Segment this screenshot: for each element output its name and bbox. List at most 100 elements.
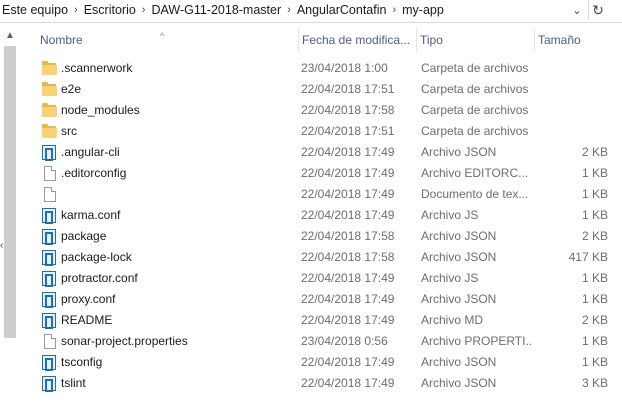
file-size: 1 KB bbox=[581, 355, 608, 369]
file-size: 1 KB bbox=[581, 208, 608, 222]
file-name: tslint bbox=[61, 376, 86, 390]
file-row[interactable]: sonar-project.properties 23/04/2018 0:56 A… bbox=[36, 331, 622, 352]
json-file-icon bbox=[42, 250, 58, 266]
file-name: protractor.conf bbox=[61, 271, 138, 285]
column-size[interactable]: Tamaño bbox=[534, 28, 618, 52]
file-date: 22/04/2018 17:49 bbox=[301, 292, 395, 306]
file-size bbox=[534, 58, 608, 79]
file-date: 22/04/2018 17:51 bbox=[301, 82, 395, 96]
file-row[interactable]: tslint 22/04/2018 17:49 Archivo JSON 3 KB bbox=[36, 373, 622, 394]
file-size: 2 KB bbox=[581, 313, 608, 327]
file-name: tsconfig bbox=[61, 355, 103, 369]
file-list: .scannerwork 23/04/2018 1:00 Carpeta de ar… bbox=[36, 58, 622, 394]
file-date: 23/04/2018 0:56 bbox=[301, 334, 388, 348]
chevron-right-icon[interactable]: ‹ bbox=[0, 240, 3, 251]
json-file-icon bbox=[42, 271, 58, 287]
file-type: Archivo EDITORC... bbox=[421, 166, 529, 180]
file-size: 3 KB bbox=[581, 376, 608, 390]
file-date: 22/04/2018 17:51 bbox=[301, 124, 395, 138]
file-date: 23/04/2018 1:00 bbox=[301, 61, 388, 75]
file-date: 22/04/2018 17:58 bbox=[301, 103, 395, 117]
folder-icon bbox=[42, 61, 58, 77]
file-name: package bbox=[61, 229, 107, 243]
file-name: e2e bbox=[61, 82, 82, 96]
file-name: karma.conf bbox=[61, 208, 121, 222]
column-name-label: Nombre bbox=[40, 33, 83, 47]
column-name[interactable]: Nombre ^ bbox=[36, 28, 299, 52]
column-date[interactable]: Fecha de modifica... bbox=[298, 28, 417, 52]
breadcrumb-este-equipo[interactable]: Este equipo bbox=[0, 3, 70, 17]
file-date: 22/04/2018 17:58 bbox=[301, 229, 395, 243]
file-size bbox=[534, 79, 608, 100]
json-file-icon bbox=[42, 355, 58, 371]
file-type: Carpeta de archivos bbox=[421, 82, 529, 96]
folder-icon bbox=[42, 124, 58, 140]
file-size: 1 KB bbox=[581, 166, 608, 180]
breadcrumb-escritorio[interactable]: Escritorio bbox=[82, 3, 138, 17]
file-date: 22/04/2018 17:49 bbox=[301, 187, 395, 201]
file-size: 1 KB bbox=[581, 292, 608, 306]
file-row[interactable]: proxy.conf 22/04/2018 17:49 Archivo JSON 1 … bbox=[36, 289, 622, 310]
file-row[interactable]: .scannerwork 23/04/2018 1:00 Carpeta de ar… bbox=[36, 58, 622, 79]
scrollbar-thumb[interactable] bbox=[4, 46, 16, 338]
file-date: 22/04/2018 17:49 bbox=[301, 376, 395, 390]
column-type[interactable]: Tipo bbox=[416, 28, 535, 52]
file-date: 22/04/2018 17:49 bbox=[301, 355, 395, 369]
chevron-right-icon[interactable]: › bbox=[388, 4, 400, 16]
file-row[interactable]: karma.conf 22/04/2018 17:49 Archivo JS 1 KB bbox=[36, 205, 622, 226]
chevron-down-icon[interactable]: ⌄ bbox=[568, 0, 586, 20]
blank-file-icon bbox=[42, 166, 58, 182]
file-type: Archivo JSON bbox=[421, 145, 497, 159]
column-date-label: Fecha de modifica... bbox=[302, 33, 411, 47]
column-type-label: Tipo bbox=[420, 33, 443, 47]
chevron-right-icon[interactable]: › bbox=[70, 4, 82, 16]
file-date: 22/04/2018 17:49 bbox=[301, 208, 395, 222]
file-date: 22/04/2018 17:49 bbox=[301, 271, 395, 285]
column-size-label: Tamaño bbox=[538, 33, 581, 47]
file-row[interactable]: package-lock 22/04/2018 17:58 Archivo JSON… bbox=[36, 247, 622, 268]
file-row[interactable]: e2e 22/04/2018 17:51 Carpeta de archivos bbox=[36, 79, 622, 100]
chevron-right-icon[interactable]: › bbox=[138, 4, 150, 16]
folder-icon bbox=[42, 103, 58, 119]
file-size: 2 KB bbox=[581, 229, 608, 243]
file-type: Carpeta de archivos bbox=[421, 103, 529, 117]
file-size: 2 KB bbox=[581, 145, 608, 159]
file-name: README bbox=[61, 313, 113, 327]
json-file-icon bbox=[42, 313, 58, 329]
file-name: .angular-cli bbox=[61, 145, 120, 159]
file-size bbox=[534, 100, 608, 121]
blank-file-icon bbox=[42, 334, 58, 350]
breadcrumb-my-app[interactable]: my-app bbox=[400, 3, 446, 17]
file-size: 1 KB bbox=[581, 334, 608, 348]
address-bar[interactable]: Este equipo › Escritorio › DAW-G11-2018-… bbox=[0, 0, 622, 23]
file-size: 417 KB bbox=[568, 250, 608, 264]
file-name: package-lock bbox=[61, 250, 132, 264]
file-date: 22/04/2018 17:49 bbox=[301, 166, 395, 180]
file-row[interactable]: protractor.conf 22/04/2018 17:49 Archivo J… bbox=[36, 268, 622, 289]
file-date: 22/04/2018 17:58 bbox=[301, 250, 395, 264]
refresh-icon[interactable]: ↻ bbox=[588, 0, 607, 20]
file-row[interactable]: tsconfig 22/04/2018 17:49 Archivo JSON 1 KB bbox=[36, 352, 622, 373]
scroll-up-icon[interactable]: ▲ bbox=[4, 28, 16, 44]
file-type: Archivo JSON bbox=[421, 229, 497, 243]
file-row[interactable]: 22/04/2018 17:49 Documento de tex... 1 KB bbox=[36, 184, 622, 205]
file-row[interactable]: package 22/04/2018 17:58 Archivo JSON 2 KB bbox=[36, 226, 622, 247]
chevron-right-icon[interactable]: › bbox=[283, 4, 295, 16]
file-row[interactable]: node_modules 22/04/2018 17:58 Carpeta de a… bbox=[36, 100, 622, 121]
file-name: .scannerwork bbox=[61, 61, 133, 75]
file-type: Archivo JSON bbox=[421, 376, 497, 390]
file-size: 1 KB bbox=[581, 271, 608, 285]
json-file-icon bbox=[42, 376, 58, 392]
file-row[interactable]: .angular-cli 22/04/2018 17:49 Archivo JSON… bbox=[36, 142, 622, 163]
file-row[interactable]: README 22/04/2018 17:49 Archivo MD 2 KB bbox=[36, 310, 622, 331]
breadcrumb: Este equipo › Escritorio › DAW-G11-2018-… bbox=[0, 0, 446, 20]
file-row[interactable]: src 22/04/2018 17:51 Carpeta de archivos bbox=[36, 121, 622, 142]
breadcrumb-daw-g11[interactable]: DAW-G11-2018-master bbox=[149, 3, 283, 17]
json-file-icon bbox=[42, 292, 58, 308]
file-date: 22/04/2018 17:49 bbox=[301, 313, 395, 327]
breadcrumb-angularcontafin[interactable]: AngularContafin bbox=[295, 3, 389, 17]
sort-up-icon: ^ bbox=[160, 31, 165, 41]
file-name: sonar-project.properties bbox=[61, 334, 188, 348]
file-row[interactable]: .editorconfig 22/04/2018 17:49 Archivo EDI… bbox=[36, 163, 622, 184]
file-name: node_modules bbox=[61, 103, 140, 117]
